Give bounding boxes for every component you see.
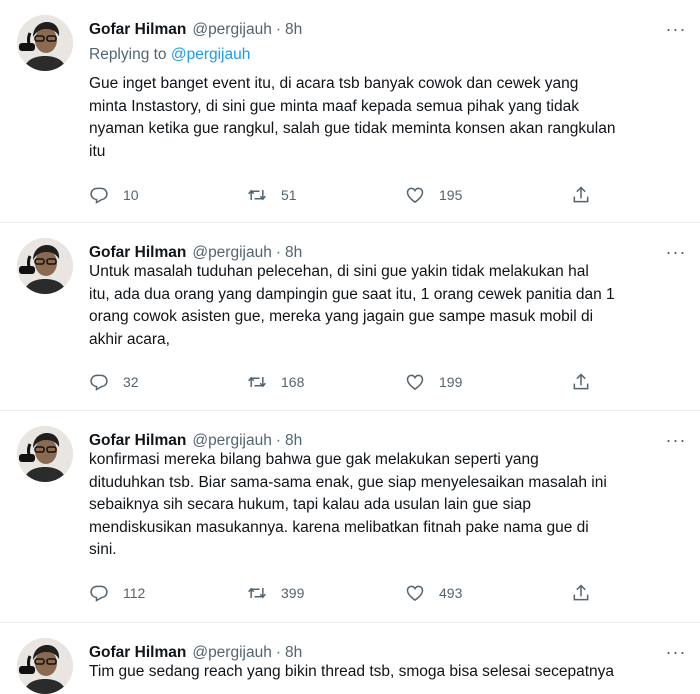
reply-icon bbox=[89, 185, 109, 205]
heart-icon bbox=[405, 372, 425, 392]
tweet-4[interactable]: Gofar Hilman @pergijauh · 8h ··· Tim gue… bbox=[0, 622, 700, 694]
retweet-button[interactable]: 51 bbox=[247, 184, 297, 206]
author-name[interactable]: Gofar Hilman bbox=[89, 644, 186, 662]
reply-count: 10 bbox=[123, 187, 139, 203]
replying-to: Replying to @pergijauh bbox=[89, 46, 250, 64]
author-name[interactable]: Gofar Hilman bbox=[89, 432, 186, 450]
share-icon bbox=[571, 583, 591, 603]
avatar[interactable] bbox=[17, 15, 73, 71]
tweet-actions: 112 399 493 bbox=[89, 582, 589, 604]
avatar[interactable] bbox=[17, 426, 73, 482]
like-count: 493 bbox=[439, 585, 463, 601]
replying-to-label: Replying to bbox=[89, 46, 171, 63]
tweet-actions: 32 168 199 bbox=[89, 371, 589, 393]
tweet-header: Gofar Hilman @pergijauh · 8h bbox=[89, 19, 302, 41]
more-icon[interactable]: ··· bbox=[666, 642, 686, 662]
replying-to-mention[interactable]: @pergijauh bbox=[171, 46, 251, 63]
separator-dot: · bbox=[275, 644, 282, 661]
tweet-text: konfirmasi mereka bilang bahwa gue gak m… bbox=[89, 451, 607, 559]
share-icon bbox=[571, 372, 591, 392]
like-button[interactable]: 493 bbox=[405, 582, 462, 604]
like-count: 195 bbox=[439, 187, 463, 203]
author-handle[interactable]: @pergijauh bbox=[192, 644, 272, 662]
reply-icon bbox=[89, 372, 109, 392]
share-button[interactable] bbox=[571, 371, 605, 393]
share-button[interactable] bbox=[571, 582, 605, 604]
more-icon[interactable]: ··· bbox=[666, 19, 686, 39]
timestamp[interactable]: 8h bbox=[285, 644, 302, 662]
avatar[interactable] bbox=[17, 638, 73, 694]
timestamp[interactable]: 8h bbox=[285, 21, 302, 39]
retweet-count: 51 bbox=[281, 187, 297, 203]
tweet-text: Untuk masalah tuduhan pelecehan, di sini… bbox=[89, 263, 615, 348]
separator-dot: · bbox=[275, 244, 282, 261]
tweet-thread: Gofar Hilman @pergijauh · 8h ··· Replyin… bbox=[0, 0, 700, 694]
retweet-icon bbox=[247, 583, 267, 603]
author-name[interactable]: Gofar Hilman bbox=[89, 244, 186, 262]
retweet-icon bbox=[247, 372, 267, 392]
timestamp[interactable]: 8h bbox=[285, 244, 302, 262]
like-count: 199 bbox=[439, 374, 463, 390]
reply-button[interactable]: 32 bbox=[89, 371, 139, 393]
tweet-actions: 10 51 195 bbox=[89, 184, 589, 206]
like-button[interactable]: 195 bbox=[405, 184, 462, 206]
reply-button[interactable]: 10 bbox=[89, 184, 139, 206]
author-handle[interactable]: @pergijauh bbox=[192, 21, 272, 39]
heart-icon bbox=[405, 583, 425, 603]
tweet-text: Gue inget banget event itu, di acara tsb… bbox=[89, 75, 616, 160]
reply-button[interactable]: 112 bbox=[89, 582, 145, 604]
retweet-count: 399 bbox=[281, 585, 305, 601]
reply-count: 32 bbox=[123, 374, 139, 390]
reply-count: 112 bbox=[123, 585, 146, 601]
more-icon[interactable]: ··· bbox=[666, 430, 686, 450]
retweet-count: 168 bbox=[281, 374, 305, 390]
tweet-2[interactable]: Gofar Hilman @pergijauh · 8h ··· Untuk m… bbox=[0, 222, 700, 410]
share-icon bbox=[571, 185, 591, 205]
author-handle[interactable]: @pergijauh bbox=[192, 432, 272, 450]
separator-dot: · bbox=[275, 21, 282, 38]
retweet-button[interactable]: 168 bbox=[247, 371, 304, 393]
retweet-icon bbox=[247, 185, 267, 205]
more-icon[interactable]: ··· bbox=[666, 242, 686, 262]
reply-icon bbox=[89, 583, 109, 603]
heart-icon bbox=[405, 185, 425, 205]
author-name[interactable]: Gofar Hilman bbox=[89, 21, 186, 39]
tweet-1[interactable]: Gofar Hilman @pergijauh · 8h ··· Replyin… bbox=[0, 0, 700, 222]
avatar[interactable] bbox=[17, 238, 73, 294]
separator-dot: · bbox=[275, 432, 282, 449]
share-button[interactable] bbox=[571, 184, 605, 206]
like-button[interactable]: 199 bbox=[405, 371, 462, 393]
author-handle[interactable]: @pergijauh bbox=[192, 244, 272, 262]
tweet-text: Tim gue sedang reach yang bikin thread t… bbox=[89, 663, 615, 680]
tweet-3[interactable]: Gofar Hilman @pergijauh · 8h ··· konfirm… bbox=[0, 410, 700, 622]
timestamp[interactable]: 8h bbox=[285, 432, 302, 450]
retweet-button[interactable]: 399 bbox=[247, 582, 304, 604]
